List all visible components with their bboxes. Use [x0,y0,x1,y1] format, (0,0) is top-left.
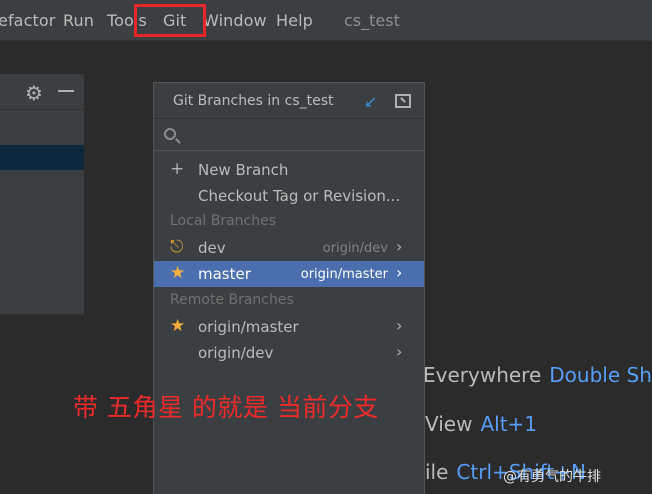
branch-name: master [198,265,251,283]
minimize-icon[interactable] [58,90,74,92]
branch-tracking: origin/dev [322,241,388,256]
menu-refactor[interactable]: efactor [0,11,55,30]
tool-strip [0,41,652,74]
popup-header: Git Branches in cs_test ↙ [154,83,424,119]
branch-tracking: origin/master [300,267,388,282]
star-icon: ★ [170,263,186,283]
action-label: New Branch [198,161,289,179]
watermark: @有勇气的牛排 [503,469,601,485]
hint-search-everywhere: Everywhere Double Shift [423,363,652,387]
window-title: cs_test [344,11,400,30]
new-branch-action[interactable]: + New Branch [154,157,424,183]
editor-area [0,314,84,494]
menu-help[interactable]: Help [276,11,313,30]
branch-item-origin-master[interactable]: ★ origin/master › [154,314,424,340]
branch-name: origin/master [198,318,299,336]
popup-title: Git Branches in cs_test [173,93,334,109]
git-menu-highlight [134,4,206,37]
star-icon: ★ [170,316,186,336]
menu-run[interactable]: Run [63,11,94,30]
fetch-arrow-icon[interactable]: ↙ [364,92,377,111]
annotation-text: 带 五角星 的就是 当前分支 [73,393,379,422]
chevron-right-icon: › [396,263,403,282]
hint-action: View [425,412,473,436]
branch-item-origin-dev[interactable]: origin/dev › [154,340,424,366]
gear-icon[interactable]: ⚙ [25,81,43,105]
hint-shortcut: Alt+1 [480,412,538,436]
restore-icon[interactable] [395,94,411,108]
hint-action: ile [425,460,449,484]
chevron-right-icon: › [396,316,403,335]
branch-item-dev[interactable]: ⎋ dev origin/dev › [154,235,424,261]
branch-name: dev [198,239,226,257]
chevron-right-icon: › [396,237,403,256]
branch-item-master[interactable]: ★ master origin/master › [154,261,424,287]
hint-action: Everywhere [423,363,542,387]
branch-search-input[interactable] [154,120,424,151]
checkout-tag-action[interactable]: Checkout Tag or Revision... [154,183,424,209]
local-branches-header: Local Branches [170,213,277,229]
chevron-right-icon: › [396,342,403,361]
hint-shortcut: Double Shift [549,363,652,387]
plus-icon: + [170,159,185,179]
action-label: Checkout Tag or Revision... [198,187,401,205]
hint-project-view: View Alt+1 [425,412,537,436]
menu-window[interactable]: Window [203,11,267,30]
tag-icon: ⎋ [170,237,184,257]
project-tree-selected-row[interactable] [0,145,84,170]
remote-branches-header: Remote Branches [170,292,294,308]
menu-bar: efactor Run Tools Git Window Help cs_tes… [0,0,652,41]
git-branches-popup: Git Branches in cs_test ↙ + New Branch C… [153,82,425,494]
branch-name: origin/dev [198,344,274,362]
search-icon [164,128,176,140]
